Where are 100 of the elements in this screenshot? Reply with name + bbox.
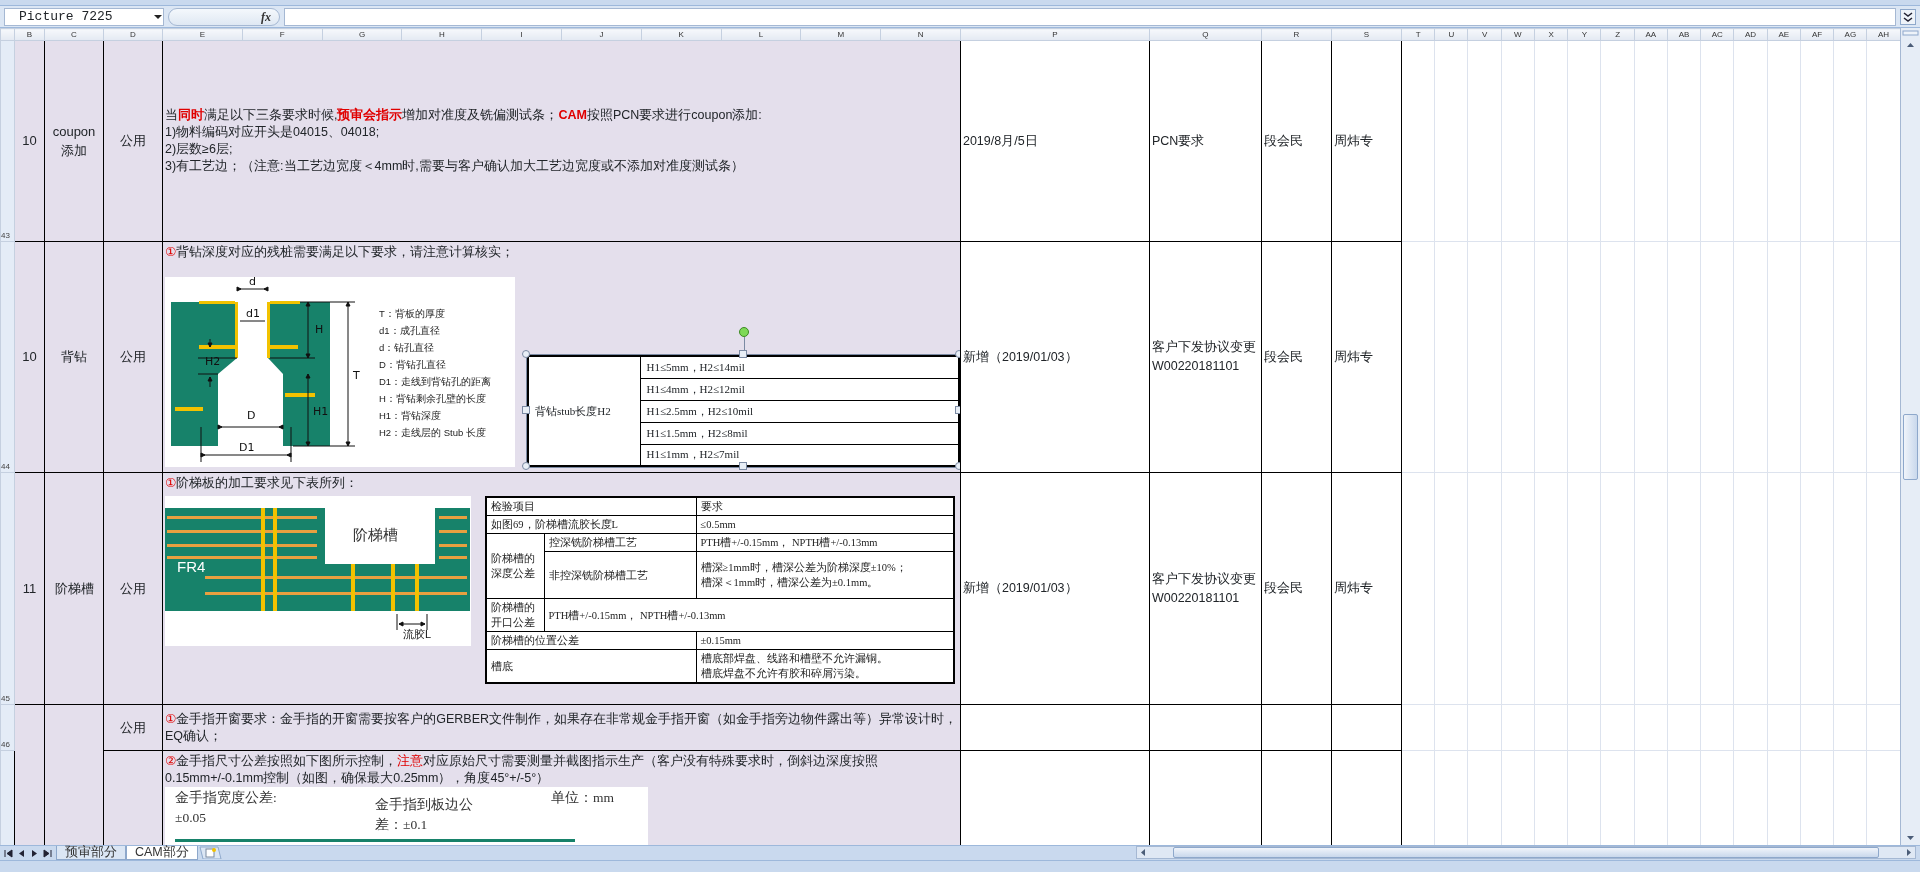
column-header[interactable]: X [1534, 28, 1568, 41]
table-cell: 阶梯槽的位置公差 [486, 631, 696, 650]
table-cell: 11 [14, 472, 45, 705]
sheet-tab[interactable]: CAM部分 [126, 846, 198, 860]
resize-handle[interactable] [738, 350, 747, 358]
insert-function-button[interactable]: fx [261, 7, 271, 26]
column-header[interactable]: T [1401, 28, 1435, 41]
diagram-label: 流胶L [403, 628, 432, 640]
legend-text: D1：走线到背钻孔的距离 [379, 376, 492, 387]
column-header[interactable]: AE [1767, 28, 1801, 41]
table-cell: 2019/8月/5日 [960, 40, 1150, 242]
column-header[interactable]: V [1467, 28, 1502, 41]
column-header[interactable]: E [162, 28, 243, 41]
rotation-handle[interactable] [738, 327, 749, 337]
column-header[interactable]: M [800, 28, 881, 41]
row-header[interactable]: 45 [0, 472, 15, 705]
paragraph-text: ①阶梯板的加工要求见下表所列： [165, 475, 360, 492]
row-header[interactable]: 44 [0, 241, 15, 473]
caret-icon[interactable] [153, 13, 163, 20]
column-header[interactable]: U [1434, 28, 1468, 41]
column-header[interactable]: AF [1800, 28, 1834, 41]
next-sheet-icon[interactable] [30, 848, 39, 858]
table-cell: 10 [14, 40, 45, 242]
column-header[interactable]: B [14, 28, 45, 41]
row-header[interactable]: 43 [0, 40, 15, 242]
column-header[interactable]: W [1501, 28, 1535, 41]
sheet-tab[interactable]: 预审部分 [56, 846, 126, 860]
dimension-label: H2 [205, 355, 221, 368]
column-header[interactable]: AD [1733, 28, 1768, 41]
row-header[interactable]: 46 [0, 704, 15, 751]
legend-text: H2：走线层的 Stub 长度 [379, 427, 486, 438]
first-sheet-icon[interactable] [4, 848, 13, 858]
table-cell: 检验项目 [486, 497, 696, 516]
resize-handle[interactable] [738, 462, 747, 470]
scroll-thumb[interactable] [1173, 847, 1879, 858]
table-cell: coupon 添加 [44, 40, 104, 242]
name-box[interactable]: Picture 7225 [4, 7, 164, 26]
legend-text: d：钻孔直径 [379, 342, 435, 353]
paragraph-text: 2)层数≥6层; [165, 141, 234, 158]
table-cell: 段会民 [1261, 40, 1332, 242]
dimension-label: D [247, 409, 256, 422]
table-cell: 新增（2019/01/03） [960, 241, 1150, 473]
column-header[interactable]: K [641, 28, 722, 41]
column-header[interactable]: Y [1567, 28, 1601, 41]
horizontal-scrollbar[interactable] [1136, 846, 1916, 859]
table-cell: 背钻 [44, 241, 104, 473]
column-header[interactable]: C [44, 28, 104, 41]
column-header[interactable]: L [721, 28, 801, 41]
table-cell: 公用 [103, 241, 163, 473]
legend-text: H：背钻剩余孔壁的长度 [379, 393, 486, 404]
split-handle[interactable] [1901, 28, 1920, 38]
column-header[interactable]: AA [1634, 28, 1668, 41]
legend-text: T：背板的厚度 [379, 308, 445, 319]
expand-icon[interactable] [1900, 8, 1916, 25]
dimension-label: H1 [313, 405, 329, 418]
legend-text: H1：背钻深度 [379, 410, 442, 421]
dimension-label: H [315, 323, 324, 336]
resize-handle[interactable] [522, 406, 530, 414]
diagram-label: 金手指到板边公差：±0.1 [375, 796, 474, 834]
selected-table[interactable]: 背钻stub长度H2 H1≤5mm，H2≤14mil H1≤4mm，H2≤12mil H1≤2.5mm，H2≤10mil H1≤1.5mm，H2≤8mil H1≤1mm，H2≤7mil [527, 355, 960, 467]
column-header[interactable]: AG [1833, 28, 1867, 41]
dimension-label: d1 [246, 307, 260, 320]
column-header[interactable]: G [322, 28, 402, 41]
table-cell: 公用 [103, 40, 163, 242]
scroll-thumb[interactable] [1903, 414, 1918, 480]
column-header[interactable]: Q [1149, 28, 1262, 41]
table-cell: 公用 [103, 704, 163, 751]
formula-input[interactable] [284, 7, 1896, 26]
paragraph-text: ②金手指尺寸公差按照如下图所示控制，注意对应原始尺寸需要测量并截图指示生产（客户没有特殊要求时，倒斜边深度按照0.15mm+/-0.1mm控制（如图，确保最大0.25mm），角度45°+/-5°） [165, 753, 880, 787]
table-cell: 10 [14, 241, 45, 473]
legend-text: D：背钻孔直径 [379, 359, 446, 370]
diagram-label: FR4 [177, 558, 206, 575]
paragraph-text: ①背钻深度对应的残桩需要满足以下要求，请注意计算核实； [165, 244, 516, 261]
column-header[interactable]: D [103, 28, 163, 41]
resize-handle[interactable] [522, 462, 530, 470]
table-cell: 周炜专 [1331, 241, 1402, 473]
column-header[interactable]: F [242, 28, 323, 41]
column-header[interactable]: J [561, 28, 642, 41]
dimension-label: D1 [239, 441, 255, 454]
dimension-arrow [396, 613, 428, 631]
last-sheet-icon[interactable] [43, 848, 52, 858]
column-header[interactable]: P [960, 28, 1150, 41]
diagram-label: 金手指宽度公差: [175, 789, 278, 806]
paragraph-text: ①金手指开窗要求：金手指的开窗需要按客户的GERBER文件制作，如果存在非常规金手指开窗（如金手指旁边物件露出等）异常设计时，EQ确认； [165, 710, 958, 745]
column-header[interactable]: Z [1600, 28, 1635, 41]
column-header[interactable]: I [481, 28, 562, 41]
column-header[interactable]: AC [1700, 28, 1734, 41]
column-header[interactable]: AB [1667, 28, 1701, 41]
column-header[interactable]: N [880, 28, 961, 41]
column-header[interactable]: R [1261, 28, 1332, 41]
table-cell: 客户下发协议变更W00220181101 [1149, 241, 1262, 473]
column-header[interactable]: S [1331, 28, 1402, 41]
legend-text: d1：成孔直径 [379, 325, 440, 336]
column-header[interactable]: AH [1866, 28, 1900, 41]
resize-handle[interactable] [522, 350, 530, 358]
dimension-label: T [353, 369, 360, 382]
diagram-label: 单位：mm [551, 789, 614, 807]
previous-sheet-icon[interactable] [17, 848, 26, 858]
column-header[interactable]: H [401, 28, 482, 41]
table-cell: 非控深铣阶梯槽工艺 [544, 551, 696, 599]
